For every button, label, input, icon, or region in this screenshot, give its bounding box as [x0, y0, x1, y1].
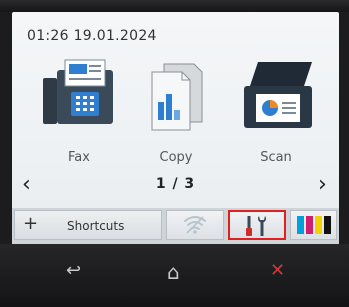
- fax-icon: [33, 58, 125, 136]
- settings-tools-button[interactable]: [228, 210, 286, 240]
- scan-label: Scan: [260, 150, 292, 165]
- plus-icon: +: [23, 213, 39, 234]
- next-page-button[interactable]: ›: [318, 174, 327, 196]
- wifi-status-button[interactable]: [166, 210, 224, 240]
- cancel-button[interactable]: ✕: [270, 262, 285, 280]
- datetime-display: 01:26 19.01.2024: [27, 28, 157, 44]
- shortcuts-button[interactable]: + Shortcuts: [14, 210, 162, 240]
- touch-screen: 01:26 19.01.2024 Fax Copy Scan ‹ 1 / 3 ›…: [12, 12, 339, 244]
- copy-label: Copy: [159, 150, 193, 165]
- shortcuts-label: Shortcuts: [67, 219, 125, 233]
- tools-icon: [246, 216, 266, 236]
- ink-level-button[interactable]: [290, 210, 337, 240]
- home-button[interactable]: ⌂: [167, 262, 180, 282]
- fax-label: Fax: [68, 150, 90, 165]
- wifi-icon: [184, 216, 206, 234]
- bottom-toolbar: + Shortcuts: [12, 208, 339, 244]
- copy-icon: [130, 58, 222, 136]
- copy-button[interactable]: Copy: [130, 58, 222, 176]
- device-bezel-top: [0, 0, 349, 12]
- scan-button[interactable]: Scan: [230, 58, 322, 176]
- page-indicator: 1 / 3: [155, 176, 196, 192]
- scan-icon: [230, 58, 322, 136]
- fax-button[interactable]: Fax: [33, 58, 125, 176]
- ink-icon: [297, 216, 331, 234]
- back-button[interactable]: ↩: [66, 262, 81, 280]
